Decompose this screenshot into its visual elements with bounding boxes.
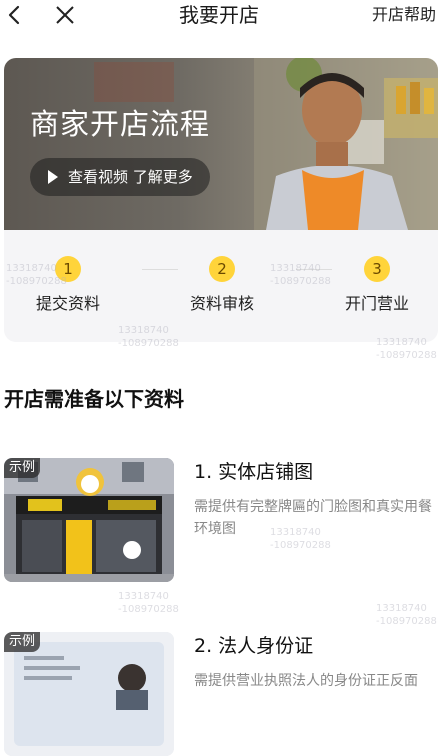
play-icon — [48, 170, 58, 184]
step-item: 3 开门营业 — [317, 256, 437, 314]
process-steps: 1 提交资料 2 资料审核 3 开门营业 — [4, 230, 438, 342]
watch-video-button[interactable]: 查看视频 了解更多 — [30, 158, 210, 196]
step-label: 开门营业 — [344, 294, 409, 313]
example-tag: 示例 — [4, 458, 41, 478]
example-tag: 示例 — [4, 632, 41, 652]
requirement-description: 需提供营业执照法人的身份证正反面 — [194, 673, 418, 689]
process-banner[interactable]: 商家开店流程 查看视频 了解更多 — [4, 58, 438, 230]
requirement-item[interactable]: 示例 1. 实体店铺图 需提供有完整牌匾的门脸图和真实用餐环境图 — [4, 458, 438, 588]
banner-title: 商家开店流程 — [30, 107, 211, 141]
requirement-description: 需提供有完整牌匾的门脸图和真实用餐环境图 — [194, 499, 432, 537]
watch-video-label: 查看视频 了解更多 — [68, 168, 193, 186]
id-card-example-image[interactable]: 示例 — [4, 632, 174, 756]
requirement-title: 2. 法人身份证 — [194, 635, 314, 657]
requirement-item[interactable]: 示例 2. 法人身份证 需提供营业执照法人的身份证正反面 — [4, 632, 438, 756]
merchant-photo — [94, 58, 438, 230]
step-number-badge: 2 — [209, 256, 235, 282]
section-title: 开店需准备以下资料 — [4, 387, 184, 411]
step-label: 提交资料 — [35, 294, 100, 313]
requirement-title: 1. 实体店铺图 — [194, 461, 314, 483]
top-nav-bar: 我要开店 开店帮助 — [0, 0, 438, 30]
step-label: 资料审核 — [189, 294, 254, 313]
step-item: 1 提交资料 — [8, 256, 128, 314]
step-number-badge: 3 — [364, 256, 390, 282]
watermark: 13318740 -108970288 — [118, 591, 179, 615]
storefront-example-image[interactable]: 示例 — [4, 458, 174, 582]
step-item: 2 资料审核 — [162, 256, 282, 314]
step-number-badge: 1 — [55, 256, 81, 282]
watermark: 13318740 -108970288 — [376, 603, 437, 627]
help-link[interactable]: 开店帮助 — [372, 5, 436, 25]
